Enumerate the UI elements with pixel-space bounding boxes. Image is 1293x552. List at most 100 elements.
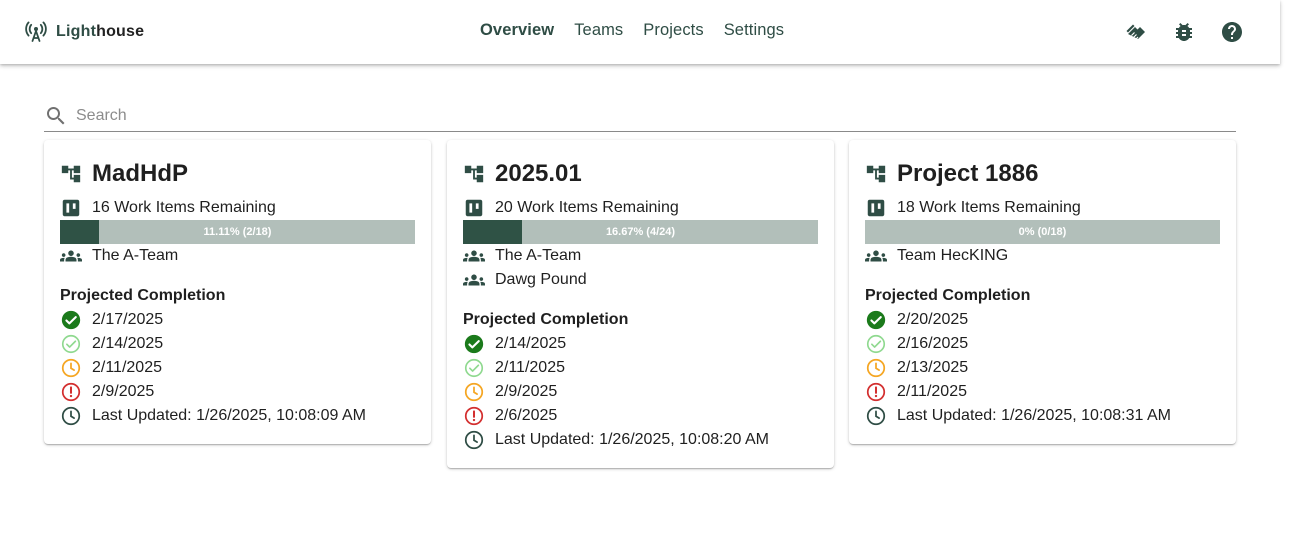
groups-icon (463, 250, 485, 262)
progress-label: 16.67% (4/24) (605, 226, 676, 238)
work-items-row: 18 Work Items Remaining (865, 196, 1220, 220)
work-items-row: 20 Work Items Remaining (463, 196, 818, 220)
team-name[interactable]: The A-Team (495, 247, 581, 265)
brand[interactable]: Lighthouse (24, 20, 144, 44)
last-updated: Last Updated: 1/26/2025, 10:08:20 AM (495, 431, 769, 448)
project-card[interactable]: 2025.01 20 Work Items Remaining 16.67% (… (447, 140, 834, 468)
project-icon (464, 165, 484, 183)
last-updated-row: Last Updated: 1/26/2025, 10:08:09 AM (60, 404, 415, 428)
forecast-likely-icon (464, 358, 484, 378)
projected-completion-title: Projected Completion (463, 311, 629, 328)
bug-icon[interactable] (1172, 20, 1196, 44)
forecast-date: 2/20/2025 (897, 311, 969, 328)
project-title[interactable]: Project 1886 (897, 160, 1038, 188)
card-header: 2025.01 (463, 160, 818, 188)
team-row[interactable]: Team HecKING (865, 244, 1220, 268)
last-updated: Last Updated: 1/26/2025, 10:08:09 AM (92, 407, 366, 424)
main-nav: Overview Teams Projects Settings (480, 21, 784, 40)
work-items-remaining: 18 Work Items Remaining (897, 199, 1081, 216)
brand-name-part1: Light (56, 23, 97, 40)
team-name[interactable]: The A-Team (92, 247, 178, 265)
work-items-remaining: 16 Work Items Remaining (92, 199, 276, 216)
groups-icon (60, 250, 82, 262)
card-header: Project 1886 (865, 160, 1220, 188)
projected-completion-title: Projected Completion (60, 287, 226, 304)
last-updated-row: Last Updated: 1/26/2025, 10:08:20 AM (463, 428, 818, 452)
progress-bar: 16.67% (4/24) (463, 220, 818, 244)
team-row[interactable]: The A-Team (463, 244, 818, 268)
app-bar: Lighthouse Overview Teams Projects Setti… (0, 0, 1280, 64)
forecast-date: 2/14/2025 (495, 335, 567, 352)
clock-icon (464, 430, 484, 450)
forecast-date: 2/16/2025 (897, 335, 969, 352)
team-row[interactable]: Dawg Pound (463, 268, 818, 292)
project-icon (866, 165, 886, 183)
board-icon (867, 199, 885, 217)
forecast-unlikely-icon (61, 382, 81, 402)
progress-label: 11.11% (2/18) (203, 226, 272, 238)
clock-icon (866, 406, 886, 426)
forecast-certain-icon (866, 310, 886, 330)
nav-teams[interactable]: Teams (574, 21, 623, 40)
forecast-date: 2/14/2025 (92, 335, 164, 352)
search-input[interactable] (76, 106, 1176, 125)
forecast-date: 2/9/2025 (92, 383, 155, 400)
nav-projects[interactable]: Projects (643, 21, 703, 40)
project-icon (61, 165, 81, 183)
groups-icon (865, 250, 887, 262)
forecast-70: 2/9/2025 (463, 380, 818, 404)
forecast-date: 2/6/2025 (495, 407, 558, 424)
forecast-95: 2/14/2025 (463, 332, 818, 356)
card-header: MadHdP (60, 160, 415, 188)
forecast-95: 2/20/2025 (865, 308, 1220, 332)
forecast-50: 2/6/2025 (463, 404, 818, 428)
last-updated-row: Last Updated: 1/26/2025, 10:08:31 AM (865, 404, 1220, 428)
forecast-70: 2/11/2025 (60, 356, 415, 380)
projected-completion-title: Projected Completion (865, 287, 1031, 304)
project-card[interactable]: MadHdP 16 Work Items Remaining 11.11% (2… (44, 140, 431, 444)
forecast-85: 2/14/2025 (60, 332, 415, 356)
forecast-50: 2/11/2025 (865, 380, 1220, 404)
work-items-row: 16 Work Items Remaining (60, 196, 415, 220)
project-card[interactable]: Project 1886 18 Work Items Remaining 0% … (849, 140, 1236, 444)
forecast-date: 2/11/2025 (897, 383, 967, 400)
forecast-70: 2/13/2025 (865, 356, 1220, 380)
forecast-date: 2/11/2025 (495, 359, 565, 376)
forecast-85: 2/11/2025 (463, 356, 818, 380)
forecast-85: 2/16/2025 (865, 332, 1220, 356)
nav-overview[interactable]: Overview (480, 21, 554, 40)
forecast-unlikely-icon (866, 382, 886, 402)
team-row[interactable]: The A-Team (60, 244, 415, 268)
forecast-unlikely-icon (464, 406, 484, 426)
forecast-risky-icon (464, 382, 484, 402)
forecast-risky-icon (61, 358, 81, 378)
lighthouse-logo-icon (25, 21, 47, 42)
board-icon (465, 199, 483, 217)
progress-bar: 0% (0/18) (865, 220, 1220, 244)
search-bar (44, 100, 1236, 132)
forecast-date: 2/11/2025 (92, 359, 162, 376)
header-actions (1124, 20, 1244, 44)
forecast-risky-icon (866, 358, 886, 378)
nav-settings[interactable]: Settings (724, 21, 784, 40)
forecast-date: 2/17/2025 (92, 311, 164, 328)
project-title[interactable]: 2025.01 (495, 160, 582, 188)
team-name[interactable]: Dawg Pound (495, 271, 587, 289)
brand-name: Lighthouse (56, 23, 144, 41)
forecast-likely-icon (61, 334, 81, 354)
project-title[interactable]: MadHdP (92, 160, 188, 188)
progress-bar: 11.11% (2/18) (60, 220, 415, 244)
forecast-95: 2/17/2025 (60, 308, 415, 332)
forecast-likely-icon (866, 334, 886, 354)
handshake-icon[interactable] (1124, 20, 1148, 44)
team-name[interactable]: Team HecKING (897, 247, 1008, 265)
brand-name-part2: house (96, 23, 145, 40)
search-icon (47, 106, 65, 124)
forecast-50: 2/9/2025 (60, 380, 415, 404)
help-icon[interactable] (1220, 20, 1244, 44)
groups-icon (463, 274, 485, 286)
progress-label: 0% (0/18) (1018, 226, 1067, 238)
board-icon (62, 199, 80, 217)
forecast-certain-icon (464, 334, 484, 354)
work-items-remaining: 20 Work Items Remaining (495, 199, 679, 216)
